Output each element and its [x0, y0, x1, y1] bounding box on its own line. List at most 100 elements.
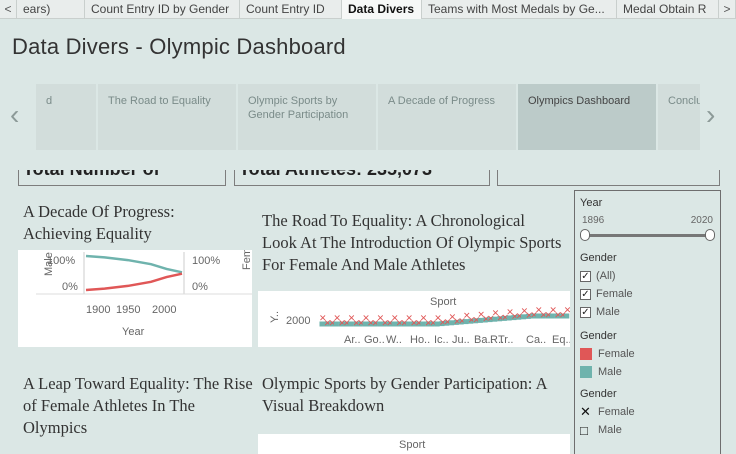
year-range-values: 1896 2020 — [580, 215, 715, 226]
legend-label: Male — [598, 424, 622, 436]
sports-chart-panel: Sport — [258, 434, 570, 454]
sheet-tab-bar: < ears) Count Entry ID by Gender Count E… — [0, 0, 736, 19]
road-x-tick: Ho.. — [410, 334, 430, 346]
tab-label: Teams with Most Medals by Ge... — [428, 2, 605, 16]
road-x-tick: Eq.. — [552, 334, 570, 346]
gender-filter-list: ✓ (All) ✓ Female ✓ Male — [580, 267, 715, 321]
road-x-tick: Tr.. — [498, 334, 513, 346]
road-x-tick: Ju.. — [452, 334, 470, 346]
tab-count-entry-by-gender[interactable]: Count Entry ID by Gender — [85, 0, 240, 19]
story-point-label: Olympics Dashboard — [528, 95, 631, 107]
checkbox-icon[interactable]: ✓ — [580, 306, 591, 318]
road-chart-panel: Sport Y.. 2000 ✕ ✕ ✕ ✕ ✕ ✕ ✕ ✕ ✕ ✕ ✕ ✕ ✕ ✕ ✕ ✕ ✕ ✕ ✕ ✕ ✕ ✕ ✕ ✕ ✕… — [258, 291, 572, 347]
decade-series-female[interactable] — [85, 272, 183, 292]
heading-decade-of-progress: A Decade Of Progress: Achieving Equality — [23, 202, 175, 243]
gender-option-male[interactable]: ✓ Male — [580, 303, 715, 321]
color-legend-male[interactable]: Male — [580, 363, 715, 381]
tab-count-entry-id[interactable]: Count Entry ID — [240, 0, 342, 19]
story-navigator: d The Road to Equality Olympic Sports by… — [36, 84, 700, 150]
road-x-tick: Ar.. — [344, 334, 361, 346]
road-x-tick: W.. — [386, 334, 402, 346]
tab-sheet-years[interactable]: ears) — [17, 0, 85, 19]
female-color-swatch — [580, 348, 592, 360]
tab-prev-button[interactable]: < — [0, 0, 17, 19]
year-range-slider[interactable] — [580, 228, 715, 242]
tab-teams-most-medals[interactable]: Teams with Most Medals by Ge... — [422, 0, 617, 19]
legend-label: Male — [598, 366, 622, 378]
road-points-group: ✕✕✕✕✕✕✕✕✕✕✕✕✕✕✕✕✕✕✕✕✕✕✕✕✕✕✕✕✕✕✕✕✕✕✕✕✕✕✕✕… — [319, 305, 572, 328]
year-slider-track — [586, 234, 709, 237]
sports-chart-title: Sport — [399, 439, 425, 451]
road-scatter-chart: Sport Y.. 2000 ✕✕✕✕✕✕✕✕✕✕✕✕✕✕✕✕✕✕✕✕✕✕✕✕✕… — [269, 296, 572, 346]
checkbox-icon[interactable]: ✓ — [580, 288, 591, 300]
story-point-conclusion[interactable]: Conclu — [658, 84, 700, 150]
tab-label: Count Entry ID — [246, 2, 325, 16]
filter-legend-panel: Year 1896 2020 Gender ✓ (All) ✓ Female ✓ Ma… — [574, 190, 721, 454]
kpi-text: Total Athletes: 235,073 — [239, 170, 432, 179]
gender-filter-title: Gender — [580, 252, 617, 264]
gender-color-legend: Female Male — [580, 345, 715, 381]
dashboard-title: Data Divers - Olympic Dashboard — [12, 34, 346, 59]
heading-leap-toward-equality: A Leap Toward Equality: The Rise of Fema… — [23, 374, 253, 437]
kpi-text: Total Number of — [23, 170, 160, 179]
year-max: 2020 — [690, 215, 713, 226]
tab-medal-obtain[interactable]: Medal Obtain R — [617, 0, 719, 19]
story-point-label: Conclu — [668, 95, 700, 107]
tab-label: Data Divers — [348, 2, 415, 16]
road-y-label: Y.. — [269, 311, 281, 323]
option-label: (All) — [596, 270, 616, 282]
story-point-label: d — [46, 95, 53, 107]
gender-shape-legend-title: Gender — [580, 388, 617, 400]
kpi-total-athletes: Total Athletes: 235,073 — [234, 170, 490, 186]
story-point-olympics-dashboard[interactable]: Olympics Dashboard — [518, 84, 658, 150]
gender-color-legend-title: Gender — [580, 330, 617, 342]
gender-option-female[interactable]: ✓ Female — [580, 285, 715, 303]
story-point-previous[interactable]: d — [36, 84, 98, 150]
tab-label: ears) — [23, 2, 51, 16]
color-legend-female[interactable]: Female — [580, 345, 715, 363]
story-next-arrow[interactable]: › — [706, 100, 715, 130]
tab-label: Count Entry ID by Gender — [91, 2, 230, 16]
story-point-label: Olympic Sports by Gender Participation — [248, 95, 349, 121]
story-point-sports-by-gender[interactable]: Olympic Sports by Gender Participation — [238, 84, 378, 150]
decade-y-tick-bottom-right: 0% — [192, 281, 208, 293]
shape-legend-female[interactable]: ✕ Female — [580, 403, 715, 421]
chevron-right-icon: > — [723, 2, 731, 16]
decade-y-tick-top-right: 100% — [192, 255, 220, 267]
year-slider-min-handle[interactable] — [580, 229, 590, 241]
heading-sports-by-gender: Olympic Sports by Gender Participation: … — [262, 374, 547, 415]
road-chart-title: Sport — [430, 296, 456, 308]
decade-y-right-label: Femal.. — [241, 250, 252, 270]
decade-line-chart: Male P.. Femal.. 100% 0% 100% 0% 1900 19… — [36, 233, 253, 338]
decade-x-tick-1950: 1950 — [116, 304, 140, 316]
story-prev-arrow[interactable]: ‹ — [10, 100, 19, 130]
story-point-road-to-equality[interactable]: The Road to Equality — [98, 84, 238, 150]
gender-option-all[interactable]: ✓ (All) — [580, 267, 715, 285]
decade-x-tick-1900: 1900 — [86, 304, 110, 316]
year-filter-title: Year — [580, 197, 603, 209]
decade-y-tick-top-left: 100% — [47, 255, 75, 267]
checkbox-icon[interactable]: ✓ — [580, 270, 591, 282]
legend-label: Female — [598, 348, 635, 360]
decade-y-tick-bottom-left: 0% — [62, 281, 78, 293]
road-x-tick: Go.. — [364, 334, 385, 346]
kpi-third — [497, 170, 720, 186]
story-point-label: The Road to Equality — [108, 95, 211, 107]
male-color-swatch — [580, 366, 592, 378]
shape-legend-male[interactable]: □ Male — [580, 421, 715, 439]
year-min: 1896 — [582, 215, 605, 226]
tab-data-divers[interactable]: Data Divers — [342, 0, 422, 19]
road-x-tick: Ca.. — [526, 334, 546, 346]
story-point-decade-of-progress[interactable]: A Decade of Progress — [378, 84, 518, 150]
tab-next-button[interactable]: > — [719, 0, 736, 19]
road-point-female[interactable]: ✕ — [564, 305, 572, 315]
decade-series-male[interactable] — [85, 254, 183, 274]
decade-chart-panel: Male P.. Femal.. 100% 0% 100% 0% 1900 19… — [18, 233, 253, 347]
gender-shape-legend: ✕ Female □ Male — [580, 403, 715, 439]
decade-x-label: Year — [122, 326, 145, 338]
road-x-tick: Ic.. — [434, 334, 449, 346]
sports-chart: Sport — [399, 439, 425, 451]
road-x-ticks: Ar.. Go.. W.. Ho.. Ic.. Ju.. Ba..R..Tr.. Ca.. Eq… — [344, 334, 572, 346]
year-slider-max-handle[interactable] — [705, 229, 715, 241]
chevron-left-icon: < — [4, 2, 12, 16]
